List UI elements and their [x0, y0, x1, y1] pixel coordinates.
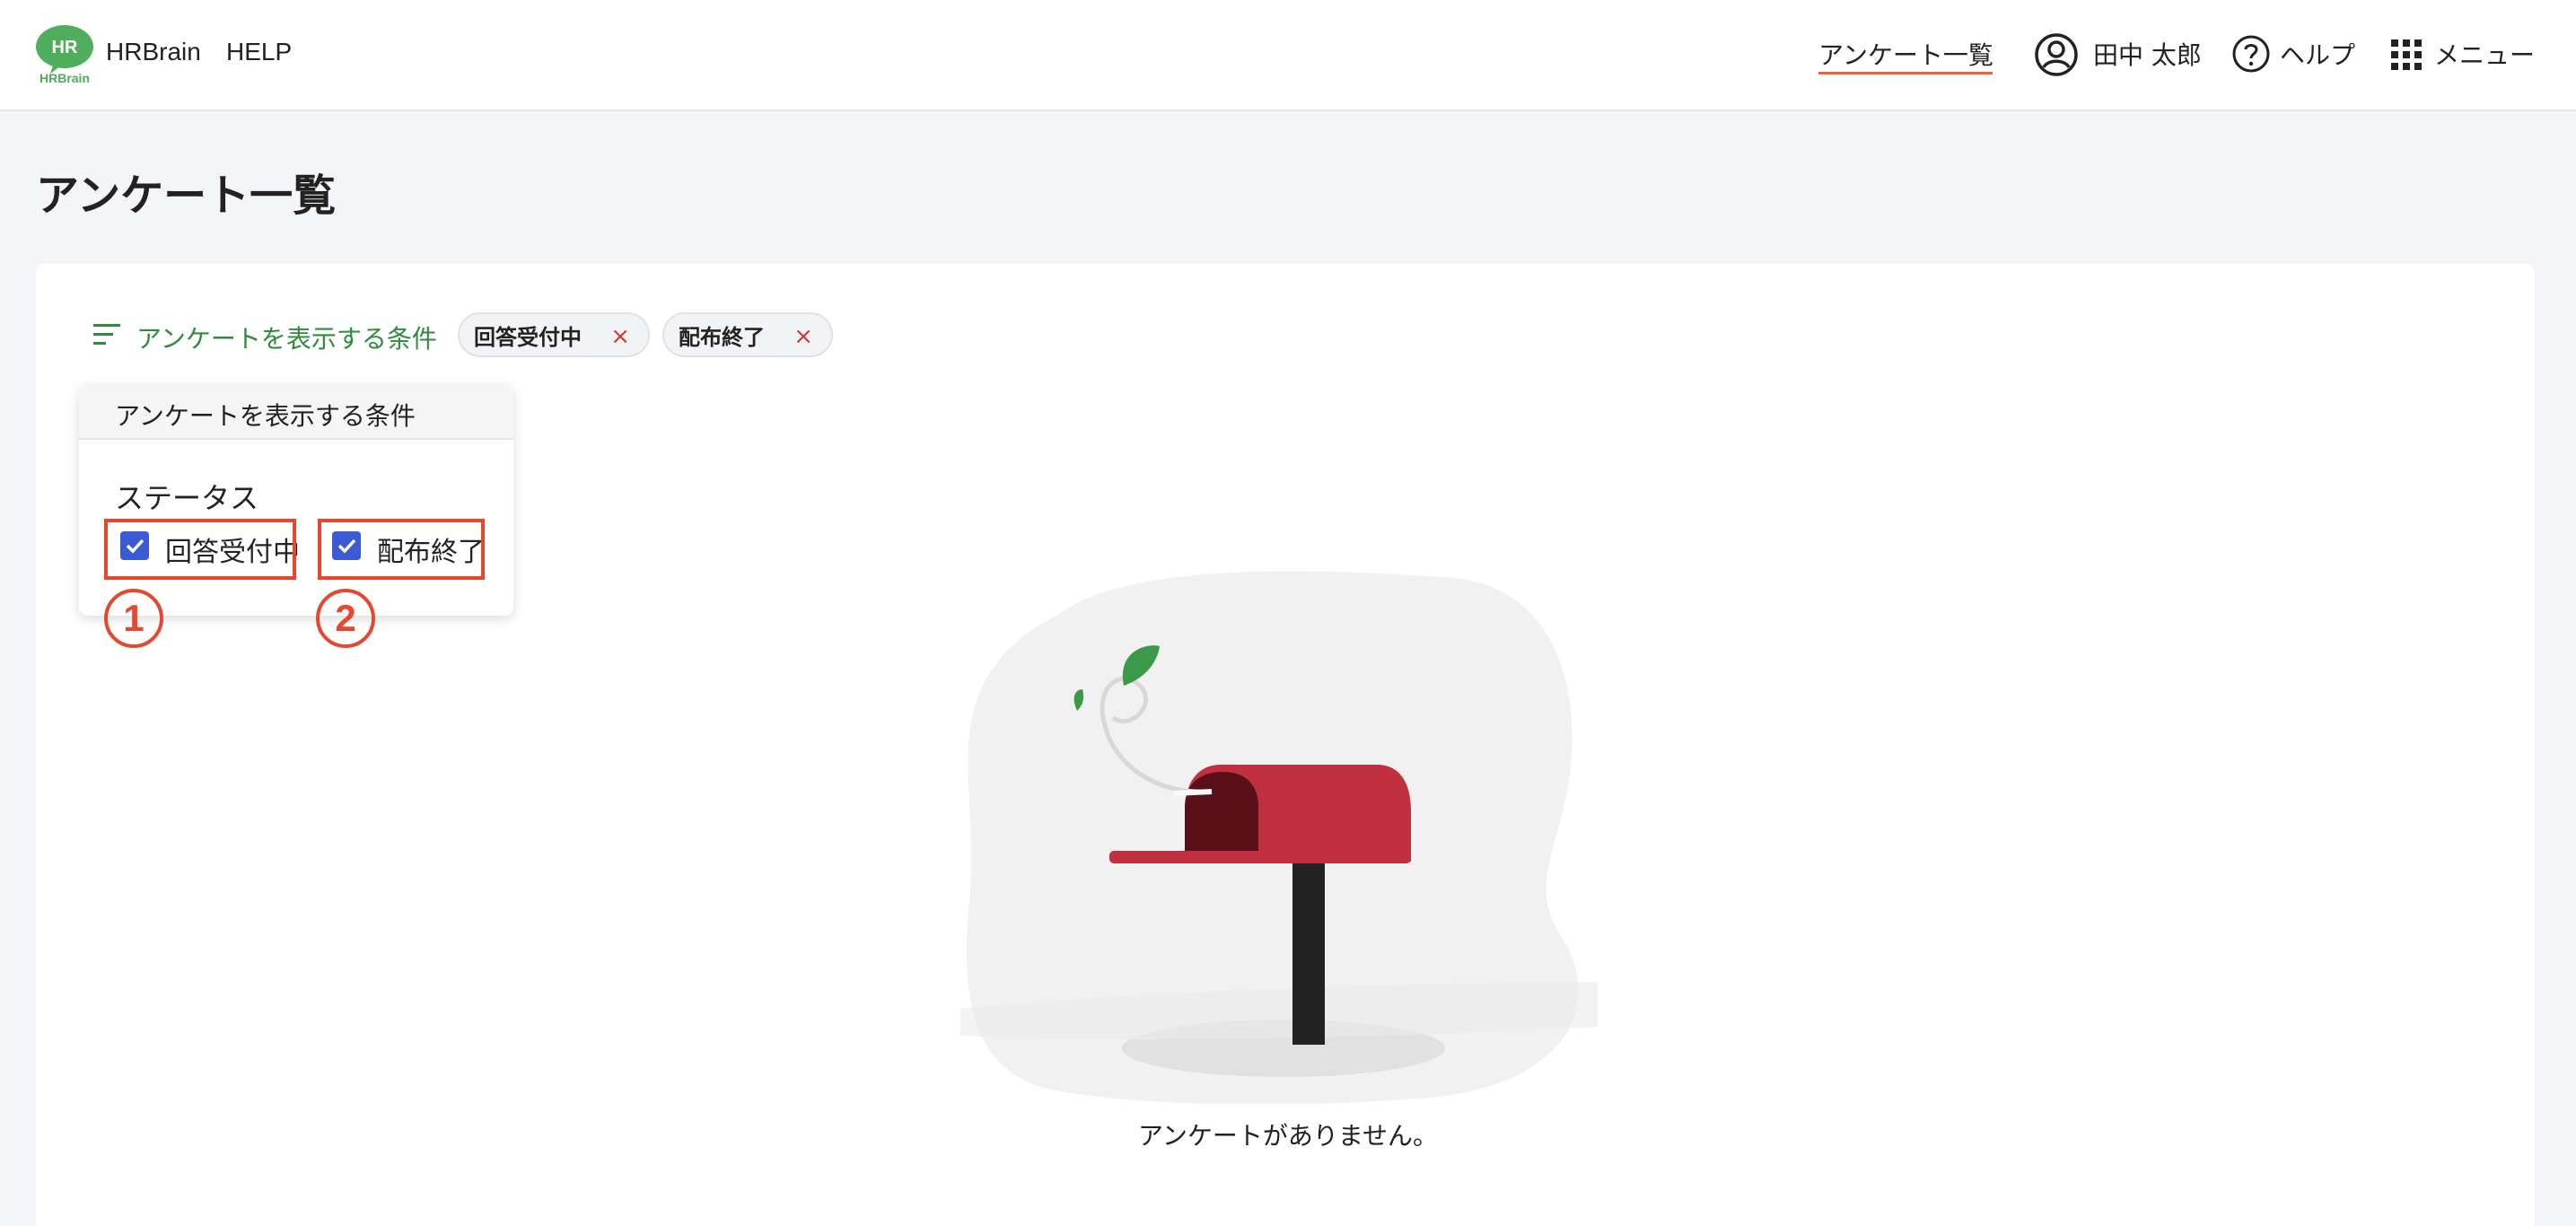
empty-mailbox-illustration — [960, 571, 1598, 1104]
status-section-label: ステータス — [115, 481, 259, 515]
annotation-marker-2: 2 — [316, 589, 375, 648]
nav-survey-list[interactable]: アンケート一覧 — [1818, 36, 1993, 72]
help-link[interactable]: HELP — [226, 38, 292, 66]
help-menu-label[interactable]: ヘルプ — [2280, 36, 2355, 72]
popover-title: アンケートを表示する条件 — [115, 401, 416, 431]
question-circle-icon[interactable] — [2231, 34, 2271, 74]
filter-chip-closed: 配布終了 × — [662, 312, 833, 357]
brand-name[interactable]: HRBrain — [106, 38, 201, 66]
filter-popover: アンケートを表示する条件 ステータス 回答受付中 配布終了 — [79, 384, 513, 616]
annotation-box-1 — [104, 519, 296, 580]
logo-text: HR — [52, 38, 78, 57]
filter-conditions-toggle[interactable]: アンケートを表示する条件 — [136, 320, 437, 355]
annotation-marker-1: 1 — [104, 589, 163, 648]
menu-label[interactable]: メニュー — [2434, 36, 2535, 72]
close-icon[interactable]: × — [793, 323, 813, 350]
filter-lines-icon[interactable] — [93, 323, 120, 346]
annotation-box-2 — [318, 519, 485, 580]
popover-header: アンケートを表示する条件 — [79, 384, 513, 440]
app-header: HR HRBrain HRBrain HELP アンケート一覧 田中 太郎 ヘル… — [0, 0, 2576, 111]
logo-subtext: HRBrain — [39, 71, 90, 85]
empty-state-message: アンケートがありません。 — [1137, 1121, 1439, 1151]
filter-chip-accepting: 回答受付中 × — [458, 312, 650, 357]
hrbrain-logo[interactable]: HR HRBrain — [34, 23, 95, 86]
close-icon[interactable]: × — [610, 323, 630, 350]
page-title: アンケート一覧 — [36, 171, 337, 221]
user-avatar-icon[interactable] — [2034, 32, 2079, 77]
chip-label: 回答受付中 — [474, 324, 582, 350]
user-name[interactable]: 田中 太郎 — [2093, 36, 2202, 72]
nav-active-indicator — [1818, 72, 1993, 74]
grid-menu-icon[interactable] — [2391, 39, 2422, 70]
chip-label: 配布終了 — [679, 324, 765, 350]
